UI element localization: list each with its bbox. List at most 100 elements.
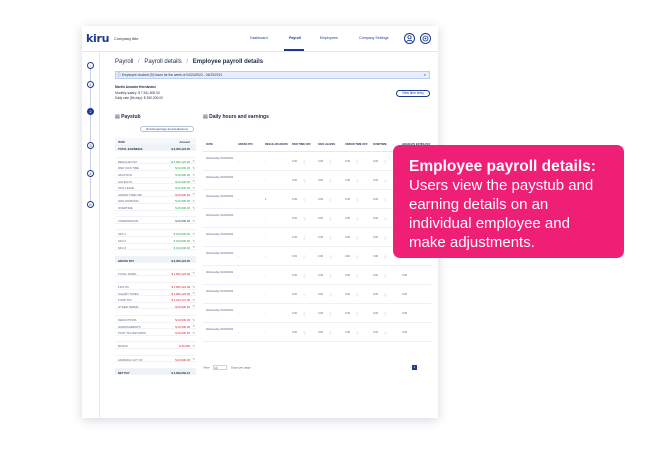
view-time-entry-button[interactable]: View time entry [396, 90, 430, 97]
cell-pto[interactable]: 0.00 [292, 198, 297, 201]
info-icon[interactable]: ⓘ [329, 312, 332, 316]
per-page-select[interactable]: 10 [213, 365, 228, 370]
edit-icon[interactable]: ✎ [192, 173, 195, 177]
cell-ot[interactable]: 0.00 [373, 293, 378, 296]
step-2[interactable]: 2 [87, 108, 94, 115]
step-1[interactable]: 1 [87, 81, 94, 88]
info-icon[interactable]: ⓘ [329, 255, 332, 259]
cell-pto[interactable]: 0.00 [292, 160, 297, 163]
nav-company-settings[interactable]: Company Settings [359, 36, 388, 40]
info-icon[interactable]: ⓘ [356, 293, 359, 297]
edit-icon[interactable]: ✎ [192, 331, 195, 335]
info-icon[interactable]: ⓘ [303, 160, 306, 164]
breadcrumb-payroll-details[interactable]: Payroll details [144, 59, 181, 65]
info-icon[interactable]: ⓘ [303, 293, 306, 297]
info-icon[interactable]: ⓘ [303, 274, 306, 278]
nav-dashboard[interactable]: Dashboard [250, 36, 268, 40]
cell-unpaid[interactable]: 0.00 [345, 331, 350, 334]
nav-employees[interactable]: Employees [320, 36, 338, 40]
step-4[interactable]: 4 [87, 170, 94, 177]
cell-ot[interactable]: 0.00 [373, 236, 378, 239]
info-icon[interactable]: ⓘ [329, 160, 332, 164]
cell-pto[interactable]: 0.00 [292, 255, 297, 258]
info-icon[interactable]: ⓘ [384, 198, 387, 202]
info-icon[interactable]: ⓘ [329, 331, 332, 335]
edit-icon[interactable]: ✎ [192, 318, 195, 322]
info-icon[interactable]: ⓘ [303, 236, 306, 240]
cell-ot[interactable]: 0.00 [373, 217, 378, 220]
cell-ot[interactable]: 0.00 [373, 179, 378, 182]
info-icon[interactable]: ⓘ [303, 217, 306, 221]
info-icon[interactable]: ⓘ [329, 198, 332, 202]
cell-pto[interactable]: 0.00 [292, 293, 297, 296]
step-3[interactable]: 3 [87, 142, 94, 149]
edit-icon[interactable]: ✎ [192, 285, 195, 289]
edit-icon[interactable]: ✎ [192, 245, 195, 249]
info-icon[interactable]: ⓘ [303, 331, 306, 335]
cell-ot[interactable]: 0.00 [373, 198, 378, 201]
table-row[interactable]: Wednesday 04/06/2021 - - 0.00 ⓘ 0.00 ⓘ 0.00 ⓘ 0.0… [203, 285, 431, 304]
info-icon[interactable]: ⓘ [356, 331, 359, 335]
edit-icon[interactable]: ✎ [192, 219, 195, 223]
edit-icon[interactable]: ✎ [192, 192, 195, 196]
user-icon[interactable] [404, 33, 415, 44]
table-row[interactable]: Wednesday 04/06/2021 - - 0.00 ⓘ 0.00 ⓘ 0.00 ⓘ 0.0… [203, 266, 431, 285]
previous-page-icon[interactable]: ‹ [410, 365, 411, 369]
edit-icon[interactable]: ✎ [192, 357, 195, 361]
cell-hol[interactable]: 0.00 [402, 274, 407, 277]
info-icon[interactable]: ⓘ [329, 274, 332, 278]
info-icon[interactable]: ⓘ [384, 293, 387, 297]
cell-unpaid[interactable]: 0.00 [345, 236, 350, 239]
info-icon[interactable]: ⓘ [384, 217, 387, 221]
cell-unpaid[interactable]: 0.00 [345, 274, 350, 277]
info-icon[interactable]: ⓘ [356, 255, 359, 259]
current-page[interactable]: 1 [411, 365, 417, 370]
cell-ot[interactable]: 0.00 [373, 274, 378, 277]
cell-ot[interactable]: 0.00 [373, 331, 378, 334]
info-icon[interactable]: ⓘ [356, 179, 359, 183]
cell-unpaid[interactable]: 0.00 [345, 160, 350, 163]
cell-sick[interactable]: 0.00 [318, 217, 323, 220]
info-icon[interactable]: ⓘ [303, 198, 306, 202]
cell-sick[interactable]: 0.00 [318, 255, 323, 258]
cell-ot[interactable]: 0.00 [373, 160, 378, 163]
next-page-icon[interactable]: › [418, 365, 419, 369]
info-icon[interactable]: ⓘ [303, 312, 306, 316]
settings-icon[interactable] [420, 33, 431, 44]
cell-pto[interactable]: 0.00 [292, 312, 297, 315]
close-icon[interactable]: × [424, 72, 426, 78]
edit-icon[interactable]: ✎ [192, 186, 195, 190]
cell-unpaid[interactable]: 0.00 [345, 198, 350, 201]
edit-icon[interactable]: ✎ [192, 344, 195, 348]
table-row[interactable]: Wednesday 04/06/2021 - - 0.00 ⓘ 0.00 ⓘ 0.00 ⓘ 0.0… [203, 323, 431, 342]
cell-ot[interactable]: 0.00 [373, 255, 378, 258]
info-icon[interactable]: ⓘ [384, 236, 387, 240]
cell-hol[interactable]: 0.00 [402, 312, 407, 315]
cell-sick[interactable]: 0.00 [318, 160, 323, 163]
cell-pto[interactable]: 0.00 [292, 274, 297, 277]
edit-icon[interactable]: ✎ [192, 166, 195, 170]
breadcrumb-payroll[interactable]: Payroll [115, 59, 133, 65]
edit-icon[interactable]: ✎ [192, 206, 195, 210]
cell-unpaid[interactable]: 0.00 [345, 255, 350, 258]
app-logo[interactable]: kiru [86, 32, 109, 45]
cell-pto[interactable]: 0.00 [292, 217, 297, 220]
cell-pto[interactable]: 0.00 [292, 236, 297, 239]
edit-icon[interactable]: ✎ [192, 304, 195, 308]
cell-sick[interactable]: 0.00 [318, 312, 323, 315]
edit-icon[interactable]: ✎ [192, 324, 195, 328]
cell-sick[interactable]: 0.00 [318, 274, 323, 277]
info-icon[interactable]: ⓘ [356, 274, 359, 278]
info-icon[interactable]: ⓘ [329, 236, 332, 240]
cell-unpaid[interactable]: 0.00 [345, 312, 350, 315]
info-icon[interactable]: ⓘ [356, 312, 359, 316]
table-row[interactable]: Wednesday 04/06/2021 - - 0.00 ⓘ 0.00 ⓘ 0.00 ⓘ 0.0… [203, 304, 431, 323]
cell-sick[interactable]: 0.00 [318, 198, 323, 201]
info-icon[interactable]: ⓘ [303, 179, 306, 183]
info-icon[interactable]: ⓘ [384, 255, 387, 259]
edit-icon[interactable]: ✎ [192, 239, 195, 243]
info-icon[interactable]: ⓘ [384, 179, 387, 183]
info-icon[interactable]: ⓘ [329, 217, 332, 221]
cell-sick[interactable]: 0.00 [318, 331, 323, 334]
cell-pto[interactable]: 0.00 [292, 179, 297, 182]
